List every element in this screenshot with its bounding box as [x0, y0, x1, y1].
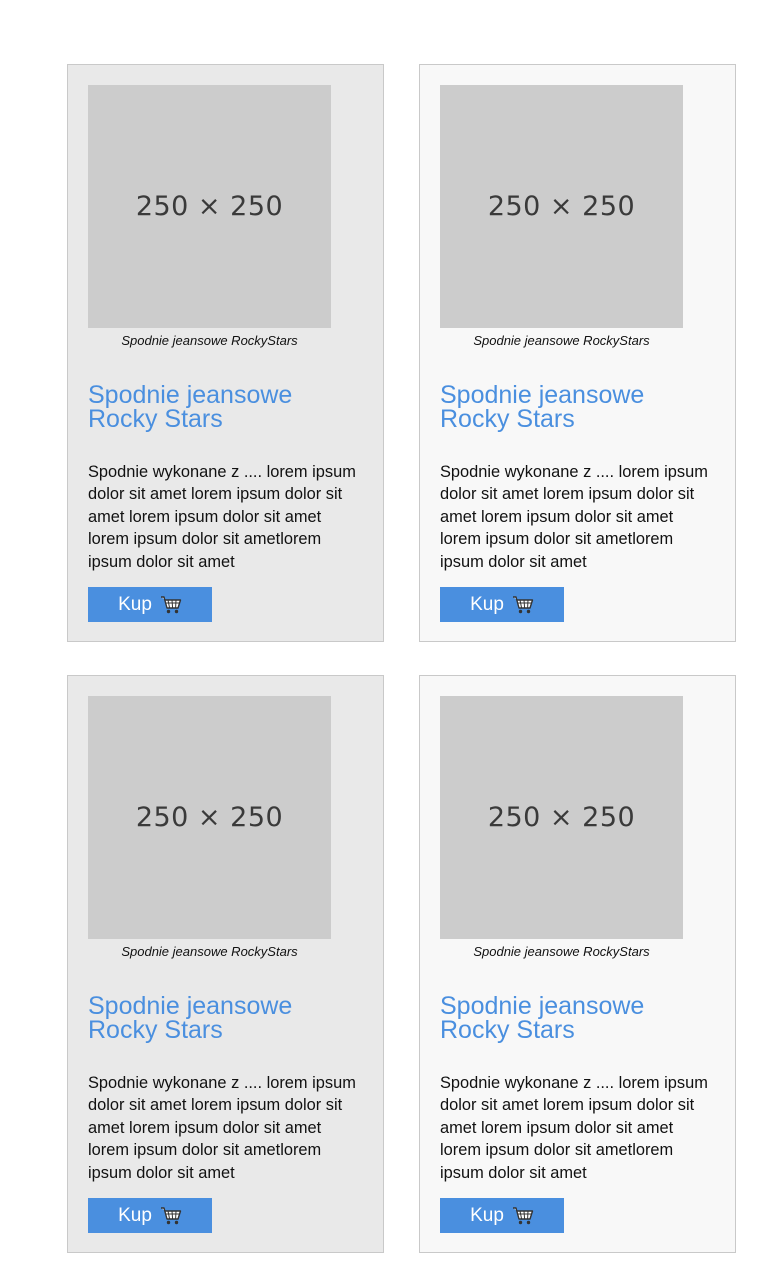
buy-button-label: Kup	[118, 1204, 152, 1226]
product-image-caption: Spodnie jeansowe RockyStars	[121, 333, 298, 348]
product-description: Spodnie wykonane z .... lorem ipsum dolo…	[88, 1074, 356, 1182]
product-title: Spodnie jeansowe Rocky Stars	[440, 381, 645, 433]
cart-icon	[160, 595, 182, 615]
product-title: Spodnie jeansowe Rocky Stars	[88, 992, 293, 1044]
product-card: 250 × 250 Spodnie jeansowe RockyStars Sp…	[419, 64, 736, 642]
product-description: Spodnie wykonane z .... lorem ipsum dolo…	[440, 463, 708, 571]
image-placeholder-label: 250 × 250	[135, 191, 284, 222]
product-grid: 250 × 250 Spodnie jeansowe RockyStars Sp…	[67, 64, 736, 1253]
cart-icon	[512, 1206, 534, 1226]
buy-button[interactable]: Kup	[440, 1198, 564, 1233]
cart-icon	[160, 1206, 182, 1226]
buy-button-label: Kup	[470, 593, 504, 615]
product-title: Spodnie jeansowe Rocky Stars	[88, 381, 293, 433]
product-card: 250 × 250 Spodnie jeansowe RockyStars Sp…	[67, 675, 384, 1253]
buy-button-label: Kup	[118, 593, 152, 615]
buy-button[interactable]: Kup	[88, 587, 212, 622]
image-placeholder-label: 250 × 250	[487, 802, 636, 833]
product-description: Spodnie wykonane z .... lorem ipsum dolo…	[88, 463, 356, 571]
product-image-caption: Spodnie jeansowe RockyStars	[473, 333, 650, 348]
buy-button[interactable]: Kup	[440, 587, 564, 622]
image-placeholder-label: 250 × 250	[135, 802, 284, 833]
product-image-caption: Spodnie jeansowe RockyStars	[473, 944, 650, 959]
buy-button[interactable]: Kup	[88, 1198, 212, 1233]
product-image-caption: Spodnie jeansowe RockyStars	[121, 944, 298, 959]
product-description: Spodnie wykonane z .... lorem ipsum dolo…	[440, 1074, 708, 1182]
product-card: 250 × 250 Spodnie jeansowe RockyStars Sp…	[67, 64, 384, 642]
product-image: 250 × 250	[440, 85, 683, 328]
image-placeholder-label: 250 × 250	[487, 191, 636, 222]
product-image: 250 × 250	[440, 696, 683, 939]
product-title: Spodnie jeansowe Rocky Stars	[440, 992, 645, 1044]
product-image: 250 × 250	[88, 85, 331, 328]
product-image: 250 × 250	[88, 696, 331, 939]
cart-icon	[512, 595, 534, 615]
buy-button-label: Kup	[470, 1204, 504, 1226]
product-card: 250 × 250 Spodnie jeansowe RockyStars Sp…	[419, 675, 736, 1253]
